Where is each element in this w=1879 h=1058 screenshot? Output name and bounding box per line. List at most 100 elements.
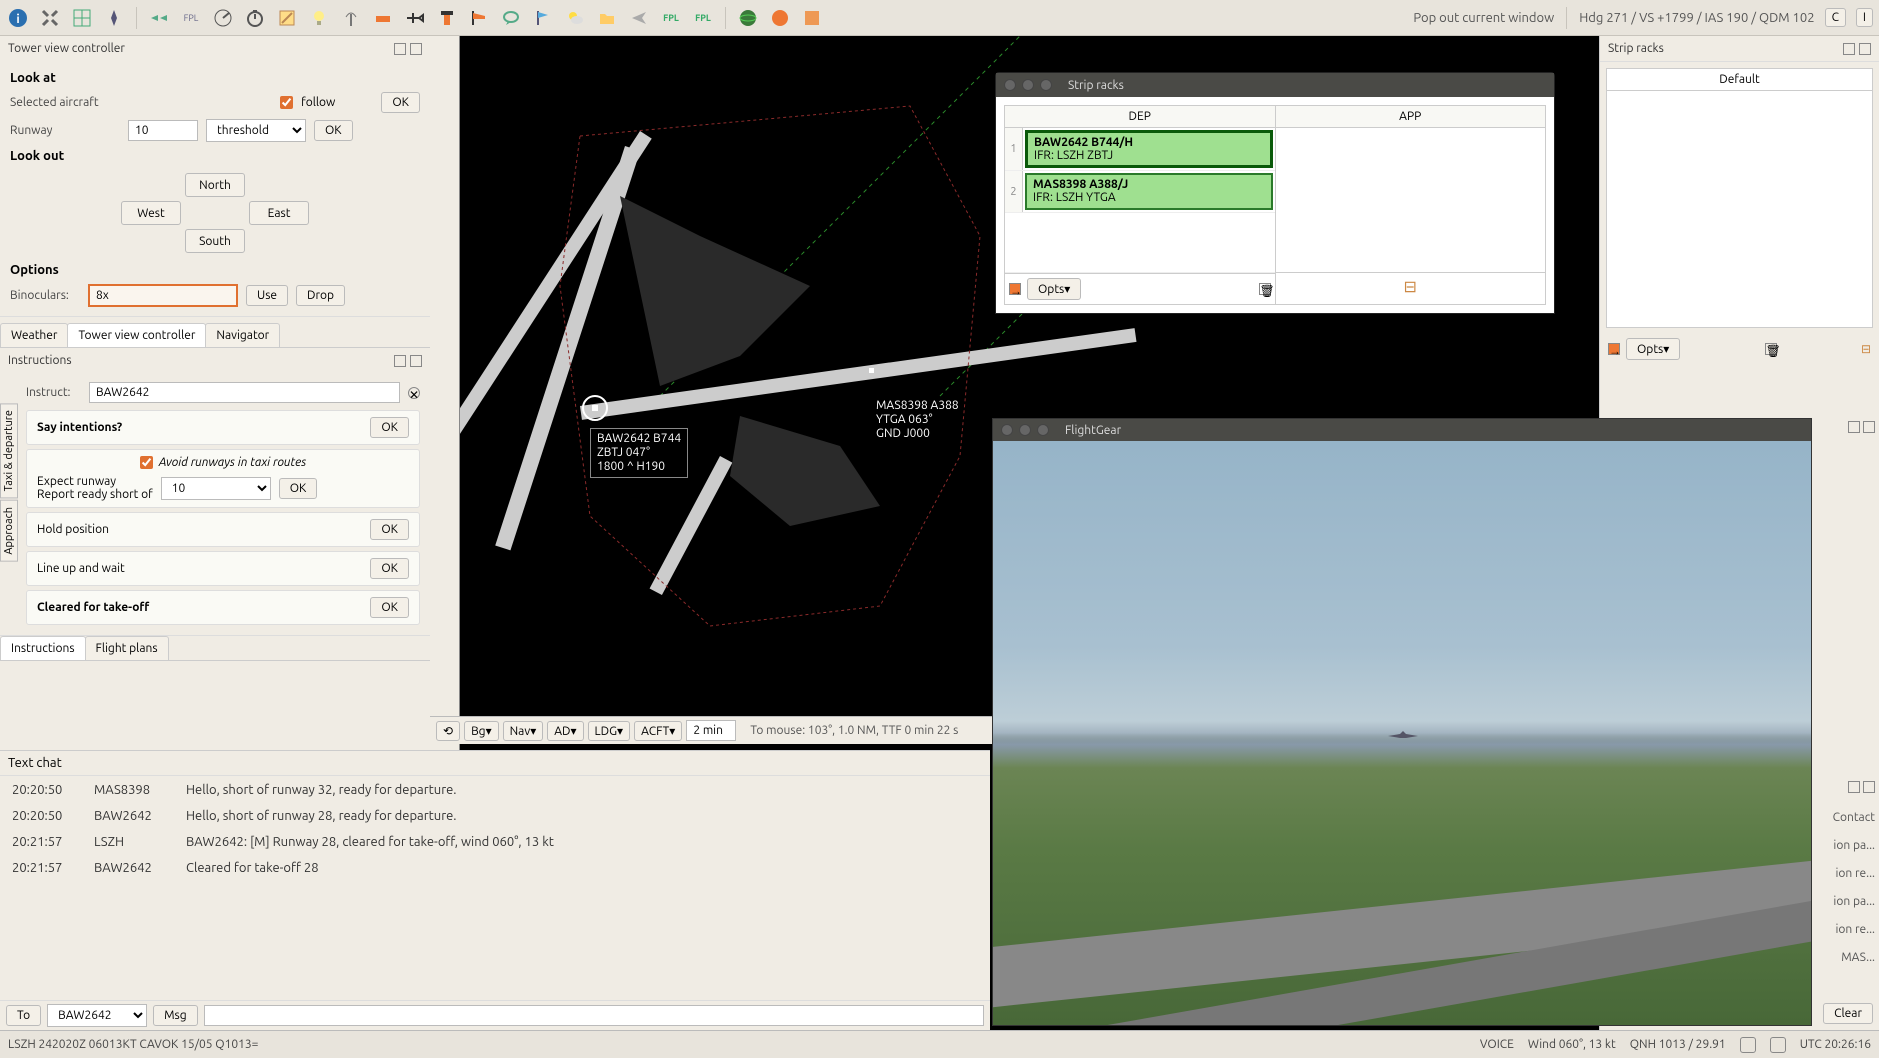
selected-aircraft-ok-button[interactable]: OK: [381, 92, 420, 113]
tab-weather[interactable]: Weather: [0, 323, 68, 347]
globe-icon[interactable]: [736, 6, 760, 30]
close-icon[interactable]: [410, 355, 422, 367]
chat-message-input[interactable]: [204, 1005, 984, 1026]
pop-out-link[interactable]: Pop out current window: [1413, 11, 1554, 25]
window-min-icon[interactable]: [1019, 424, 1031, 436]
strip-add-icon[interactable]: →: [1009, 283, 1021, 295]
report-ready-label: Report ready short of: [37, 488, 153, 501]
flight-strip-mas8398[interactable]: MAS8398 A388/J IFR: LSZH YTGA: [1025, 173, 1273, 210]
fpl-green-icon[interactable]: FPL: [659, 6, 683, 30]
radar-datatag-mas8398[interactable]: MAS8398 A388 YTGA 063° GND J000: [870, 396, 965, 444]
expect-runway-ok-button[interactable]: OK: [279, 478, 318, 499]
close-icon[interactable]: [1859, 43, 1871, 55]
north-button[interactable]: North: [185, 173, 245, 197]
detach-icon[interactable]: [1843, 43, 1855, 55]
radar-sweep-icon[interactable]: [211, 6, 235, 30]
east-button[interactable]: East: [249, 201, 309, 225]
radar-time-input[interactable]: [686, 720, 736, 741]
detach-icon[interactable]: [1848, 421, 1860, 433]
radar-sync-icon[interactable]: ⟲: [436, 721, 460, 741]
speech-bubble-icon[interactable]: [499, 6, 523, 30]
tab-flight-plans[interactable]: Flight plans: [85, 636, 169, 660]
tower-icon[interactable]: [435, 6, 459, 30]
drop-button[interactable]: Drop: [296, 285, 345, 306]
threshold-select[interactable]: threshold: [206, 119, 306, 142]
lightbulb-icon[interactable]: [307, 6, 331, 30]
send-icon[interactable]: [627, 6, 651, 30]
window-min-icon[interactable]: [1022, 79, 1034, 91]
close-icon[interactable]: [1863, 421, 1875, 433]
window-max-icon[interactable]: [1037, 424, 1049, 436]
side-tab-taxi-departure[interactable]: Taxi & departure: [0, 403, 18, 498]
west-button[interactable]: West: [121, 201, 181, 225]
runway-orange-icon[interactable]: [371, 6, 395, 30]
runway-spinner[interactable]: [128, 120, 198, 141]
radar-acft-button[interactable]: ACFT▾: [634, 721, 682, 741]
fpl-green2-icon[interactable]: FPL: [691, 6, 715, 30]
tab-tower-view[interactable]: Tower view controller: [67, 323, 206, 347]
antenna-icon[interactable]: [339, 6, 363, 30]
line-up-ok-button[interactable]: OK: [370, 558, 409, 579]
toggle-i-button[interactable]: I: [1856, 8, 1873, 27]
flag-icon[interactable]: [531, 6, 555, 30]
radar-bg-button[interactable]: Bg▾: [464, 721, 499, 741]
status-gauge-icon[interactable]: [1770, 1037, 1786, 1053]
detach-icon[interactable]: [1848, 781, 1860, 793]
stopwatch-icon[interactable]: [243, 6, 267, 30]
radar-ad-button[interactable]: AD▾: [547, 721, 583, 741]
window-max-icon[interactable]: [1040, 79, 1052, 91]
notepad-icon[interactable]: [275, 6, 299, 30]
expect-runway-select[interactable]: 10: [161, 477, 271, 500]
flightgear-window: FlightGear: [992, 418, 1812, 1026]
binoculars-input[interactable]: [88, 284, 238, 307]
close-icon[interactable]: [1863, 781, 1875, 793]
radar-datatag-baw2642[interactable]: BAW2642 B744 ZBTJ 047° 1800 ^ H190: [590, 428, 688, 478]
chat-msg-button[interactable]: Msg: [153, 1005, 198, 1026]
say-intentions-ok-button[interactable]: OK: [370, 417, 409, 438]
window-close-icon[interactable]: [1004, 79, 1016, 91]
info-icon[interactable]: i: [6, 6, 30, 30]
dep-opts-button[interactable]: Opts▾: [1027, 278, 1081, 300]
right-clear-button[interactable]: Clear: [1823, 1003, 1873, 1024]
flightgear-viewport[interactable]: [993, 441, 1811, 1025]
radar-ldg-button[interactable]: LDG▾: [588, 721, 631, 741]
chat-to-select[interactable]: BAW2642: [47, 1004, 147, 1027]
rack-opts-button[interactable]: Opts▾: [1626, 338, 1680, 360]
globe-orange-icon[interactable]: [768, 6, 792, 30]
detach-icon[interactable]: [394, 355, 406, 367]
detach-icon[interactable]: [394, 43, 406, 55]
rack-trash-icon[interactable]: 🗑: [1765, 343, 1777, 355]
status-indicator-icon[interactable]: [1740, 1037, 1756, 1053]
strip-trash-icon[interactable]: 🗑: [1259, 283, 1271, 295]
windsock-icon[interactable]: [467, 6, 491, 30]
toggle-c-button[interactable]: C: [1825, 8, 1846, 27]
map-grid-icon[interactable]: [70, 6, 94, 30]
aircraft-pair-icon[interactable]: [147, 6, 171, 30]
hold-position-ok-button[interactable]: OK: [370, 519, 409, 540]
chart-icon[interactable]: [800, 6, 824, 30]
follow-checkbox[interactable]: [280, 96, 293, 109]
close-icon[interactable]: [410, 43, 422, 55]
chat-to-button[interactable]: To: [6, 1005, 41, 1026]
side-tab-approach[interactable]: Approach: [0, 500, 18, 562]
use-button[interactable]: Use: [246, 285, 288, 306]
south-button[interactable]: South: [185, 229, 245, 253]
runway-ok-button[interactable]: OK: [314, 120, 353, 141]
avoid-runways-checkbox[interactable]: [140, 456, 153, 469]
radar-nav-button[interactable]: Nav▾: [503, 721, 544, 741]
compass-icon[interactable]: [102, 6, 126, 30]
tab-navigator[interactable]: Navigator: [205, 323, 280, 347]
rack-add-icon[interactable]: →: [1608, 343, 1620, 355]
tools-icon[interactable]: [38, 6, 62, 30]
tab-instructions[interactable]: Instructions: [0, 636, 86, 660]
avoid-runways-label: Avoid runways in taxi routes: [159, 456, 307, 469]
window-close-icon[interactable]: [1001, 424, 1013, 436]
fpl-icon[interactable]: FPL: [179, 6, 203, 30]
sun-cloud-icon[interactable]: [563, 6, 587, 30]
flight-strip-baw2642[interactable]: BAW2642 B744/H IFR: LSZH ZBTJ: [1025, 130, 1273, 168]
plane-icon[interactable]: [403, 6, 427, 30]
instruct-input[interactable]: [89, 382, 400, 403]
clear-instruct-icon[interactable]: ✕: [408, 387, 420, 399]
folder-icon[interactable]: [595, 6, 619, 30]
cleared-takeoff-ok-button[interactable]: OK: [370, 597, 409, 618]
